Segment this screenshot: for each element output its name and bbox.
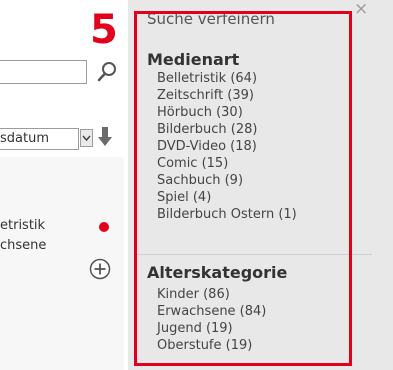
search-icon[interactable] (95, 60, 119, 84)
facet-item[interactable]: Bilderbuch (28) (157, 121, 297, 138)
facet-item[interactable]: Hörbuch (30) (157, 104, 297, 121)
facet-list-alterskategorie: Kinder (86) Erwachsene (84) Jugend (19) … (157, 286, 266, 354)
facet-group-title-alterskategorie: Alterskategorie (147, 263, 288, 282)
facet-item[interactable]: Bilderbuch Ostern (1) (157, 206, 297, 223)
sort-direction-arrow-icon[interactable] (97, 126, 113, 148)
facet-group-title-medienart: Medienart (147, 50, 240, 69)
step-number-annotation: 5 (90, 7, 118, 53)
facet-list-medienart: Belletristik (64) Zeitschrift (39) Hörbu… (157, 70, 297, 223)
facet-item[interactable]: DVD-Video (18) (157, 138, 297, 155)
sort-dropdown-button[interactable] (80, 129, 93, 147)
facet-item[interactable]: Erwachsene (84) (157, 303, 266, 320)
panel-scrollbar[interactable] (373, 0, 393, 370)
facet-item[interactable]: Comic (15) (157, 155, 297, 172)
result-audience-text: chsene (0, 238, 47, 253)
result-category-text: etristik (0, 218, 46, 233)
facet-item[interactable]: Belletristik (64) (157, 70, 297, 87)
availability-status-dot (99, 222, 109, 232)
facet-group-divider (137, 254, 372, 255)
facet-item[interactable]: Sachbuch (9) (157, 172, 297, 189)
sort-select-value: sdatum (0, 131, 49, 146)
facet-item[interactable]: Jugend (19) (157, 320, 266, 337)
catalog-page-left: sdatum etristik chsene (0, 0, 128, 370)
sort-select[interactable]: sdatum (0, 128, 79, 150)
add-to-list-icon[interactable] (89, 258, 111, 280)
chevron-down-icon (82, 135, 91, 142)
facet-item[interactable]: Oberstufe (19) (157, 337, 266, 354)
close-icon[interactable]: × (354, 1, 368, 18)
search-input[interactable] (0, 60, 87, 84)
facet-item[interactable]: Zeitschrift (39) (157, 87, 297, 104)
panel-title: Suche verfeinern (147, 10, 275, 28)
facet-item[interactable]: Spiel (4) (157, 189, 297, 206)
facet-item[interactable]: Kinder (86) (157, 286, 266, 303)
